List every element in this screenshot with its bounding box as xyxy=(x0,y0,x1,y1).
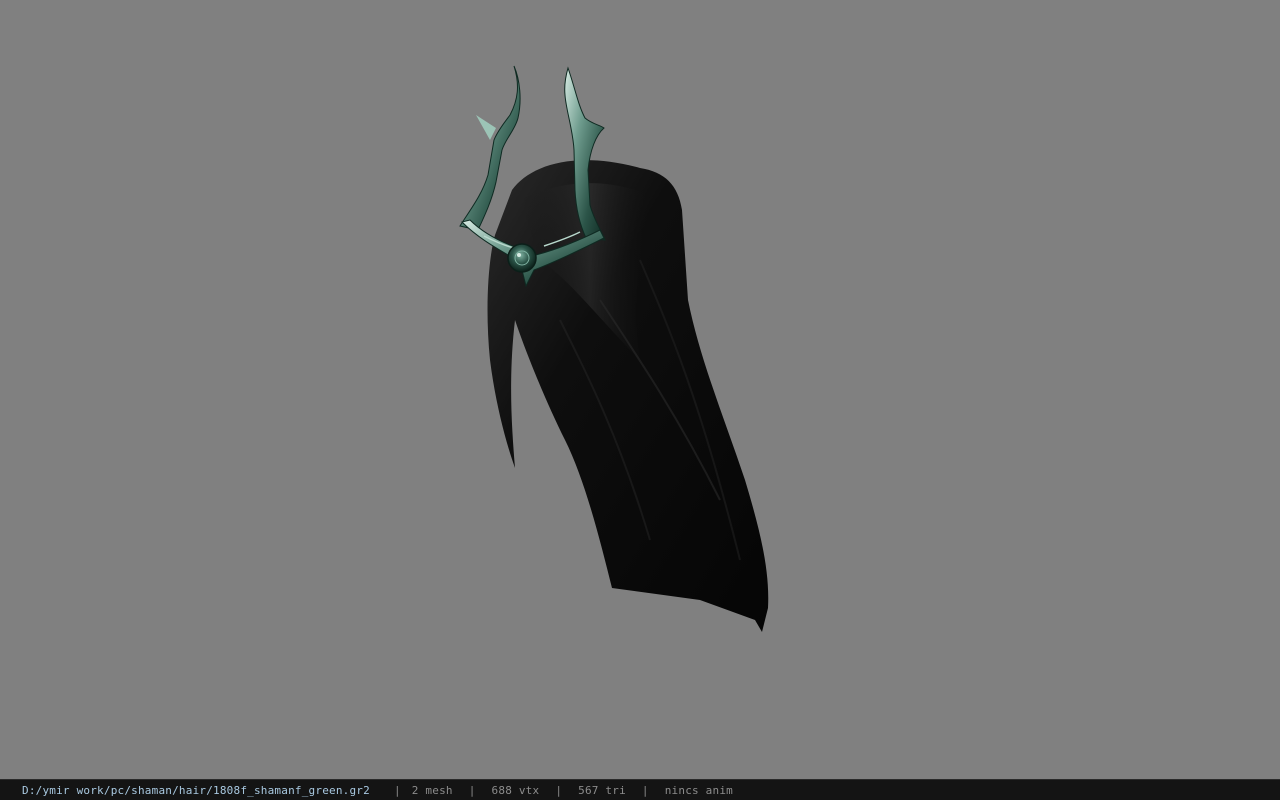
3d-viewport[interactable] xyxy=(0,0,1280,779)
separator: | xyxy=(468,783,476,797)
mesh-count: 2 mesh xyxy=(411,783,453,797)
separator: | xyxy=(393,783,401,797)
model-render xyxy=(459,65,769,632)
hair-mesh xyxy=(487,160,769,632)
status-bar: D:/ymir work/pc/shaman/hair/1808f_shaman… xyxy=(0,779,1280,800)
separator: | xyxy=(641,783,649,797)
vertex-count: 688 vtx xyxy=(491,783,540,797)
separator: | xyxy=(555,783,563,797)
file-path: D:/ymir work/pc/shaman/hair/1808f_shaman… xyxy=(22,783,370,797)
triangle-count: 567 tri xyxy=(578,783,626,797)
animation-info: nincs anim xyxy=(664,783,733,797)
gem-medallion xyxy=(507,243,537,273)
